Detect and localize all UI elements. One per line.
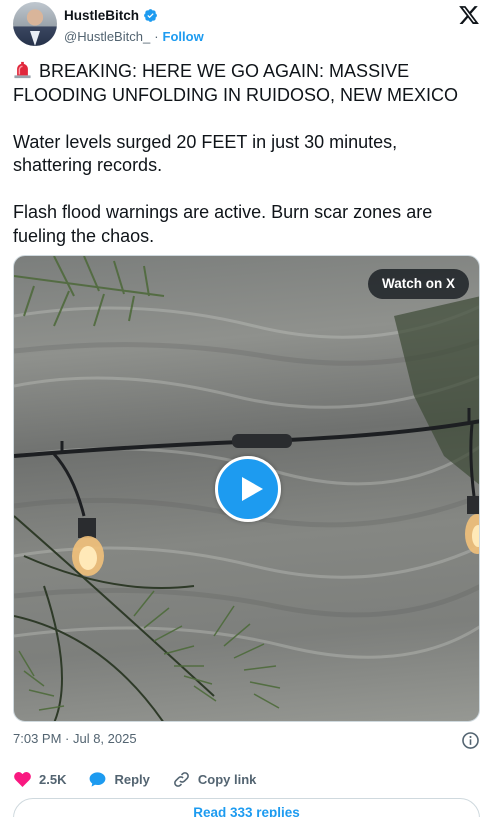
verified-badge-icon [144, 9, 157, 22]
reply-button[interactable]: Reply [88, 770, 150, 789]
avatar[interactable] [13, 2, 57, 46]
tweet-text: BREAKING: HERE WE GO AGAIN: MASSIVE FLOO… [13, 60, 480, 272]
play-button[interactable] [215, 456, 281, 522]
video-media[interactable]: Watch on X [13, 255, 480, 722]
tweet-paragraph-1: BREAKING: HERE WE GO AGAIN: MASSIVE FLOO… [13, 60, 480, 107]
tweet-paragraph-1-text: BREAKING: HERE WE GO AGAIN: MASSIVE FLOO… [13, 61, 459, 105]
copy-link-label: Copy link [197, 771, 257, 787]
reply-label: Reply [114, 771, 150, 787]
tweet-header: HustleBitch @HustleBitch_ · Follow [13, 2, 480, 50]
separator-dot: · [154, 29, 159, 44]
play-icon [242, 477, 263, 501]
tweet-paragraph-3: Flash flood warnings are active. Burn sc… [13, 202, 433, 246]
siren-icon [14, 61, 31, 79]
link-icon [173, 771, 189, 787]
x-logo-icon[interactable] [458, 4, 480, 26]
follow-button[interactable]: Follow [163, 29, 204, 44]
timestamp[interactable]: 7:03 PM · Jul 8, 2025 [13, 731, 137, 746]
info-icon[interactable] [461, 731, 480, 750]
tweet-actions: 2.5K Reply Copy link [13, 767, 278, 791]
author-handle[interactable]: @HustleBitch_ [64, 29, 150, 44]
like-button[interactable]: 2.5K [13, 770, 66, 789]
heart-icon [14, 771, 31, 787]
tweet-paragraph-2: Water levels surged 20 FEET in just 30 m… [13, 131, 398, 176]
handle-row: @HustleBitch_ · Follow [64, 29, 204, 44]
copy-link-button[interactable]: Copy link [172, 770, 257, 789]
watch-on-x-button[interactable]: Watch on X [368, 269, 469, 299]
author-name[interactable]: HustleBitch [64, 8, 139, 23]
like-count: 2.5K [39, 771, 67, 787]
reply-bubble-icon [90, 771, 106, 787]
tweet-meta: 7:03 PM · Jul 8, 2025 [13, 731, 480, 751]
author-name-row: HustleBitch [64, 8, 158, 23]
read-replies-button[interactable]: Read 333 replies [13, 798, 480, 817]
